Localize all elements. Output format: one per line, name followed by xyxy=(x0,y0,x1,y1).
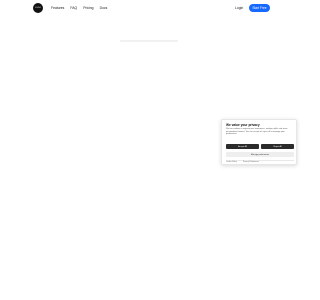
cookie-policy-link[interactable]: Cookie Policy xyxy=(226,161,237,163)
nav-item-pricing[interactable]: Pricing xyxy=(83,5,93,11)
start-free-button[interactable]: Start Free xyxy=(249,4,270,12)
reject-all-button[interactable]: Reject All xyxy=(261,144,294,149)
cookie-description: We use cookies to improve your experienc… xyxy=(226,128,288,136)
nav-item-features[interactable]: Features xyxy=(51,5,64,11)
manage-preferences-button[interactable]: Manage preferences xyxy=(226,152,294,157)
cookie-consent-panel: We value your privacy We use cookies to … xyxy=(221,119,297,165)
privacy-preferences-link[interactable]: Privacy Preferences xyxy=(243,161,259,163)
login-link[interactable]: Login xyxy=(235,5,243,11)
logo-text: LOGO xyxy=(34,7,42,9)
nav-item-faq[interactable]: FAQ xyxy=(70,5,77,11)
cookie-title: We value your privacy xyxy=(226,123,260,127)
nav-item-docs[interactable]: Docs xyxy=(100,5,108,11)
main-nav: Features FAQ Pricing Docs xyxy=(51,5,107,11)
cookie-links: Cookie Policy Privacy Preferences xyxy=(226,161,259,163)
accept-all-button[interactable]: Accept All xyxy=(226,144,259,149)
brand-logo[interactable]: LOGO xyxy=(33,3,43,13)
top-navigation: LOGO Features FAQ Pricing Docs Login Sta… xyxy=(0,0,300,16)
hero-placeholder xyxy=(120,40,178,42)
